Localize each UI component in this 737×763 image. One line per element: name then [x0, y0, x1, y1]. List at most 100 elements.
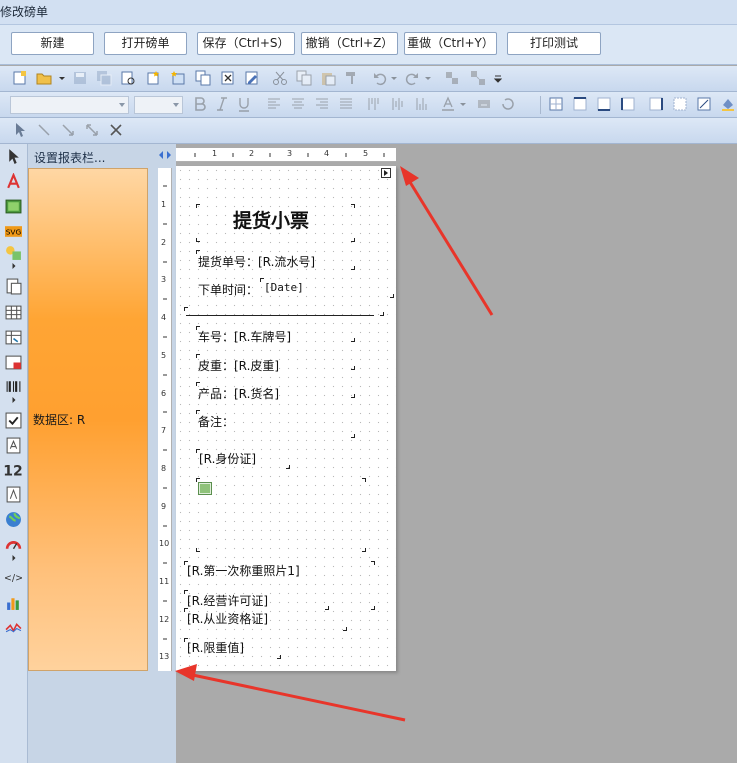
justify-icon[interactable] — [338, 96, 354, 112]
id-card-field[interactable]: [R.身份证] — [199, 450, 256, 467]
gauge-dropdown-icon[interactable] — [5, 554, 22, 562]
new-dialog-icon[interactable] — [170, 70, 186, 86]
format-painter-icon[interactable] — [344, 70, 360, 86]
license-field[interactable]: [R.经营许可证] — [187, 592, 268, 609]
font-color-dropdown-icon[interactable] — [459, 96, 467, 112]
underline-icon[interactable] — [236, 96, 252, 112]
highlight-icon[interactable] — [476, 96, 492, 112]
double-arrow-line-icon[interactable] — [84, 122, 100, 138]
save-button[interactable]: 保存（Ctrl+S） — [197, 32, 295, 55]
product-field[interactable]: 产品：[R.货名] — [198, 385, 279, 402]
border-right-icon[interactable] — [648, 96, 664, 112]
undo-icon[interactable] — [372, 70, 388, 86]
band-panel-header[interactable]: 设置报表栏... — [34, 149, 105, 166]
matrix-tool-icon[interactable] — [5, 354, 22, 371]
barcode-tool-icon[interactable] — [5, 378, 22, 395]
italic-icon[interactable] — [214, 96, 230, 112]
memo-tool-icon[interactable] — [5, 486, 22, 503]
rich-text-tool-icon[interactable] — [5, 437, 22, 454]
remark-field[interactable]: 备注： — [198, 413, 234, 430]
save-icon[interactable] — [72, 70, 88, 86]
delete-page-icon[interactable] — [220, 70, 236, 86]
shape-tool-icon[interactable] — [5, 244, 22, 261]
save-all-icon[interactable] — [96, 70, 112, 86]
align-center-icon[interactable] — [290, 96, 306, 112]
select-tool-icon[interactable] — [5, 148, 22, 165]
close-icon[interactable] — [108, 122, 124, 138]
page-settings-icon[interactable] — [244, 70, 260, 86]
crosstab-tool-icon[interactable] — [5, 329, 22, 346]
new-page-icon[interactable] — [145, 70, 161, 86]
copy-page-icon[interactable] — [195, 70, 211, 86]
number-tool-icon[interactable]: 12 — [3, 461, 23, 479]
redo-dropdown-icon[interactable] — [424, 70, 432, 86]
ungroup-icon[interactable] — [470, 70, 486, 86]
new-button[interactable]: 新建 — [11, 32, 94, 55]
svg-tool-icon[interactable]: SVG — [5, 223, 22, 240]
report-page[interactable]: 提货小票 提货单号：[R.流水号] 下单时间： [Date] 车号：[R.车牌号… — [176, 166, 396, 671]
horizontal-ruler: 1 2 3 4 5 — [176, 148, 396, 162]
serial-field[interactable]: 提货单号：[R.流水号] — [198, 253, 315, 270]
tare-field[interactable]: 皮重：[R.皮重] — [198, 357, 279, 374]
html-tool-icon[interactable]: </> — [5, 568, 22, 585]
order-time-label[interactable]: 下单时间： — [198, 281, 258, 298]
table-tool-icon[interactable] — [5, 304, 22, 321]
paste-icon[interactable] — [320, 70, 336, 86]
new-report-icon[interactable] — [12, 70, 28, 86]
checkbox-tool-icon[interactable] — [5, 412, 22, 429]
preview-icon[interactable] — [120, 70, 136, 86]
photo1-field[interactable]: [R.第一次称重照片1] — [187, 562, 300, 579]
order-time-value[interactable]: [Date] — [264, 281, 304, 294]
shape-dropdown-icon[interactable] — [5, 262, 22, 270]
arrow-line-icon[interactable] — [60, 122, 76, 138]
valign-top-icon[interactable] — [366, 96, 382, 112]
border-bottom-icon[interactable] — [596, 96, 612, 112]
valign-bottom-icon[interactable] — [414, 96, 430, 112]
border-all-icon[interactable] — [548, 96, 564, 112]
toolbar-overflow-icon[interactable] — [494, 70, 502, 86]
border-none-icon[interactable] — [672, 96, 688, 112]
chart-tool-icon[interactable] — [5, 594, 22, 611]
plate-field[interactable]: 车号：[R.车牌号] — [198, 328, 291, 345]
map-tool-icon[interactable] — [5, 511, 22, 528]
limit-field[interactable]: [R.限重值] — [187, 639, 244, 656]
text-tool-icon[interactable] — [5, 173, 22, 190]
border-left-icon[interactable] — [620, 96, 636, 112]
border-top-icon[interactable] — [572, 96, 588, 112]
band-menu-icon[interactable] — [381, 168, 391, 178]
redo-button[interactable]: 重做（Ctrl+Y） — [404, 32, 497, 55]
subreport-tool-icon[interactable] — [5, 278, 22, 295]
qualification-field[interactable]: [R.从业资格证] — [187, 610, 268, 627]
chevron-down-icon[interactable] — [58, 70, 66, 86]
picture-tool-icon[interactable] — [5, 198, 22, 215]
picture-placeholder-icon[interactable] — [198, 482, 212, 495]
report-title[interactable]: 提货小票 — [233, 206, 309, 233]
cut-icon[interactable] — [272, 70, 288, 86]
fill-color-icon[interactable] — [720, 96, 736, 112]
bold-icon[interactable] — [192, 96, 208, 112]
undo-dropdown-icon[interactable] — [390, 70, 398, 86]
undo-button[interactable]: 撤销（Ctrl+Z） — [301, 32, 398, 55]
border-style-icon[interactable] — [696, 96, 712, 112]
font-name-combo[interactable] — [10, 96, 129, 114]
print-test-button[interactable]: 打印测试 — [507, 32, 601, 55]
font-size-combo[interactable] — [134, 96, 183, 114]
separator-line[interactable] — [186, 315, 374, 316]
valign-middle-icon[interactable] — [390, 96, 406, 112]
field-corner — [196, 238, 200, 242]
open-folder-icon[interactable] — [36, 70, 52, 86]
gauge-tool-icon[interactable] — [5, 536, 22, 553]
line-tool-icon[interactable] — [36, 122, 52, 138]
align-left-icon[interactable] — [266, 96, 282, 112]
pointer-icon[interactable] — [12, 122, 28, 138]
font-color-icon[interactable] — [440, 96, 456, 112]
sparkline-tool-icon[interactable] — [5, 619, 22, 636]
copy-icon[interactable] — [296, 70, 312, 86]
redo-icon[interactable] — [404, 70, 420, 86]
group-icon[interactable] — [444, 70, 460, 86]
barcode-dropdown-icon[interactable] — [5, 396, 22, 404]
open-button[interactable]: 打开磅单 — [104, 32, 187, 55]
rotate-icon[interactable] — [500, 96, 516, 112]
align-right-icon[interactable] — [314, 96, 330, 112]
collapse-arrows-icon[interactable] — [157, 150, 173, 160]
